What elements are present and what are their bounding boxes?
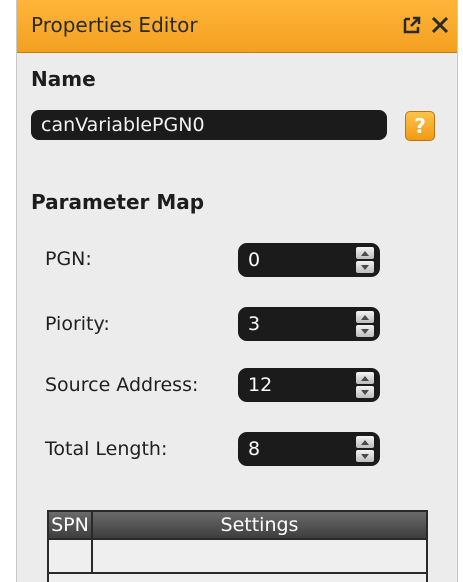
parameter-map-heading: Parameter Map [31, 190, 205, 214]
window-title: Properties Editor [31, 13, 198, 37]
name-heading: Name [31, 67, 96, 91]
spn-column-header[interactable]: SPN [49, 512, 93, 538]
properties-editor-window: Properties Editor Name canVariablePGN0 ?… [16, 0, 458, 582]
priority-label: Piority: [45, 313, 110, 335]
chevron-down-icon [361, 389, 369, 395]
spn-table: SPN Settings [47, 510, 428, 582]
popout-icon[interactable] [401, 14, 423, 36]
name-input[interactable]: canVariablePGN0 [31, 110, 387, 140]
total-length-stepper-buttons [356, 436, 374, 462]
priority-decrement-button[interactable] [356, 325, 374, 337]
chevron-down-icon [361, 264, 369, 270]
priority-stepper-buttons [356, 311, 374, 337]
chevron-down-icon [361, 328, 369, 334]
priority-value: 3 [248, 313, 261, 335]
chevron-up-icon [361, 250, 369, 256]
pgn-label: PGN: [45, 248, 92, 270]
source-address-increment-button[interactable] [356, 372, 374, 384]
source-address-label: Source Address: [45, 374, 199, 396]
chevron-up-icon [361, 314, 369, 320]
pgn-increment-button[interactable] [356, 247, 374, 259]
total-length-decrement-button[interactable] [356, 450, 374, 462]
chevron-up-icon [361, 375, 369, 381]
table-header: SPN Settings [49, 512, 426, 540]
settings-column-header[interactable]: Settings [93, 512, 426, 538]
total-length-stepper[interactable]: 8 [238, 432, 380, 466]
priority-stepper[interactable]: 3 [238, 307, 380, 341]
total-length-value: 8 [248, 438, 261, 460]
help-button[interactable]: ? [405, 111, 435, 141]
chevron-up-icon [361, 439, 369, 445]
title-bar-controls [401, 14, 451, 36]
close-icon[interactable] [429, 14, 451, 36]
table-row[interactable] [49, 540, 426, 574]
title-bar[interactable]: Properties Editor [17, 0, 457, 53]
priority-increment-button[interactable] [356, 311, 374, 323]
source-address-stepper[interactable]: 12 [238, 368, 380, 402]
spn-cell[interactable] [49, 540, 93, 572]
source-address-decrement-button[interactable] [356, 386, 374, 398]
pgn-stepper[interactable]: 0 [238, 243, 380, 277]
pgn-value: 0 [248, 249, 261, 271]
pgn-decrement-button[interactable] [356, 261, 374, 273]
source-address-value: 12 [248, 374, 273, 396]
chevron-down-icon [361, 453, 369, 459]
total-length-increment-button[interactable] [356, 436, 374, 448]
source-address-stepper-buttons [356, 372, 374, 398]
total-length-label: Total Length: [45, 438, 168, 460]
pgn-stepper-buttons [356, 247, 374, 273]
